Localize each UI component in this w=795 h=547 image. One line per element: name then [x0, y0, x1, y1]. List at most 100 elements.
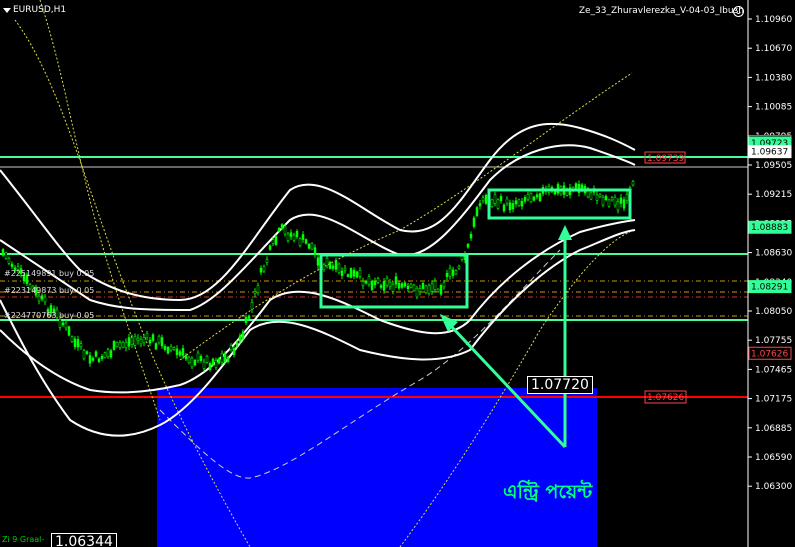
candle-body — [253, 291, 257, 294]
chart-canvas[interactable]: 1.109601.106701.103801.100851.097951.095… — [0, 0, 795, 547]
candle-body — [532, 196, 536, 201]
price-tick-label: 1.07755 — [755, 336, 792, 346]
candle-body — [508, 202, 512, 211]
candle-body — [394, 276, 398, 285]
candle-body — [475, 207, 479, 216]
entry-point-annotation: এন্ট্রি পয়েন্ট — [503, 481, 593, 503]
smiley-face-icon[interactable] — [733, 6, 744, 17]
candle-body — [466, 244, 470, 248]
candle-body — [598, 194, 602, 198]
candle-body — [412, 284, 416, 291]
candle-body — [574, 183, 578, 189]
candle-body — [427, 285, 431, 294]
candle-body — [232, 348, 236, 355]
candle-body — [328, 261, 332, 269]
candle-body — [274, 235, 278, 245]
candle-body — [172, 347, 176, 350]
price-tick-label: 1.10670 — [755, 44, 792, 54]
price-tick-label: 1.10960 — [755, 15, 792, 25]
candle-body — [352, 270, 356, 277]
candle-body — [211, 358, 215, 366]
candle-body — [484, 194, 488, 204]
candle-body — [238, 335, 242, 342]
candle-body — [619, 197, 623, 204]
candle-body — [148, 339, 152, 344]
candle-body — [382, 281, 386, 291]
candle-body — [262, 266, 266, 272]
candle-body — [406, 285, 410, 290]
candle-body — [169, 346, 173, 351]
candle-body — [244, 317, 248, 323]
candle-body — [343, 268, 347, 271]
candle-body — [181, 348, 185, 356]
candle-body — [304, 239, 308, 244]
candle-body — [67, 326, 71, 336]
price-tick-label: 1.07175 — [755, 395, 792, 405]
candle-body — [4, 252, 8, 259]
candle-body — [37, 295, 41, 302]
candle-body — [499, 196, 503, 202]
candle-body — [292, 234, 296, 241]
candle-body — [307, 243, 311, 249]
candle-body — [610, 197, 614, 201]
candle-body — [595, 194, 599, 201]
trading-chart[interactable]: 1.109601.106701.103801.100851.097951.095… — [0, 0, 795, 547]
candle-body — [250, 302, 254, 310]
candle-body — [373, 280, 377, 286]
candle-body — [175, 348, 179, 356]
candle-body — [421, 282, 425, 289]
current-price-label: 1.07720 — [527, 376, 593, 394]
candle-body — [481, 197, 485, 201]
candle-body — [316, 257, 320, 266]
candle-body — [214, 360, 218, 368]
candle-body — [514, 200, 518, 205]
candle-body — [100, 356, 104, 360]
candle-body — [286, 233, 290, 242]
candle-body — [430, 283, 434, 292]
candle-body — [256, 285, 260, 293]
candle-body — [109, 350, 113, 358]
candle-body — [418, 288, 422, 292]
candle-body — [397, 282, 401, 289]
price-marker-label: 1.07626 — [751, 349, 788, 359]
candle-body — [337, 263, 341, 273]
candle-body — [235, 342, 239, 347]
candle-body — [478, 203, 482, 207]
price-marker-inline-text: 1.09739 — [647, 154, 684, 164]
candle-body — [457, 265, 461, 269]
candle-body — [103, 352, 107, 358]
expert-advisor-name: Ze_33_Zhuravlerezka_V-04-03_Ibush — [578, 6, 744, 16]
candle-body — [79, 343, 83, 348]
triangle-down-icon[interactable] — [3, 8, 11, 13]
candle-body — [526, 193, 530, 200]
candle-body — [511, 203, 515, 210]
candle-body — [61, 322, 65, 326]
candle-body — [58, 319, 62, 328]
candle-body — [64, 322, 68, 329]
candle-body — [91, 357, 95, 361]
candle-body — [340, 270, 344, 276]
candle-body — [364, 280, 368, 284]
ma-fast — [39, 0, 161, 421]
candle-body — [94, 351, 98, 357]
candle-body — [517, 199, 521, 206]
candle-body — [145, 332, 149, 339]
candle-body — [7, 258, 11, 264]
candle-body — [121, 341, 125, 348]
candle-body — [493, 194, 497, 204]
candle-body — [280, 224, 284, 230]
candle-body — [196, 352, 200, 361]
candle-body — [520, 201, 524, 207]
arrow-head-2 — [558, 225, 572, 240]
trade-label-2[interactable]: #223149873 buy 0.05 — [4, 286, 94, 295]
candle-body — [160, 337, 164, 347]
candle-body — [247, 315, 251, 319]
candle-body — [115, 342, 119, 347]
candle-body — [301, 234, 305, 240]
candle-body — [202, 361, 206, 369]
trade-label-3[interactable]: #224770763 buy 0.05 — [4, 311, 94, 320]
candle-body — [553, 190, 557, 195]
candle-body — [73, 338, 77, 348]
trade-label-1[interactable]: #225149891 buy 0.05 — [4, 269, 94, 278]
candle-body — [607, 199, 611, 207]
